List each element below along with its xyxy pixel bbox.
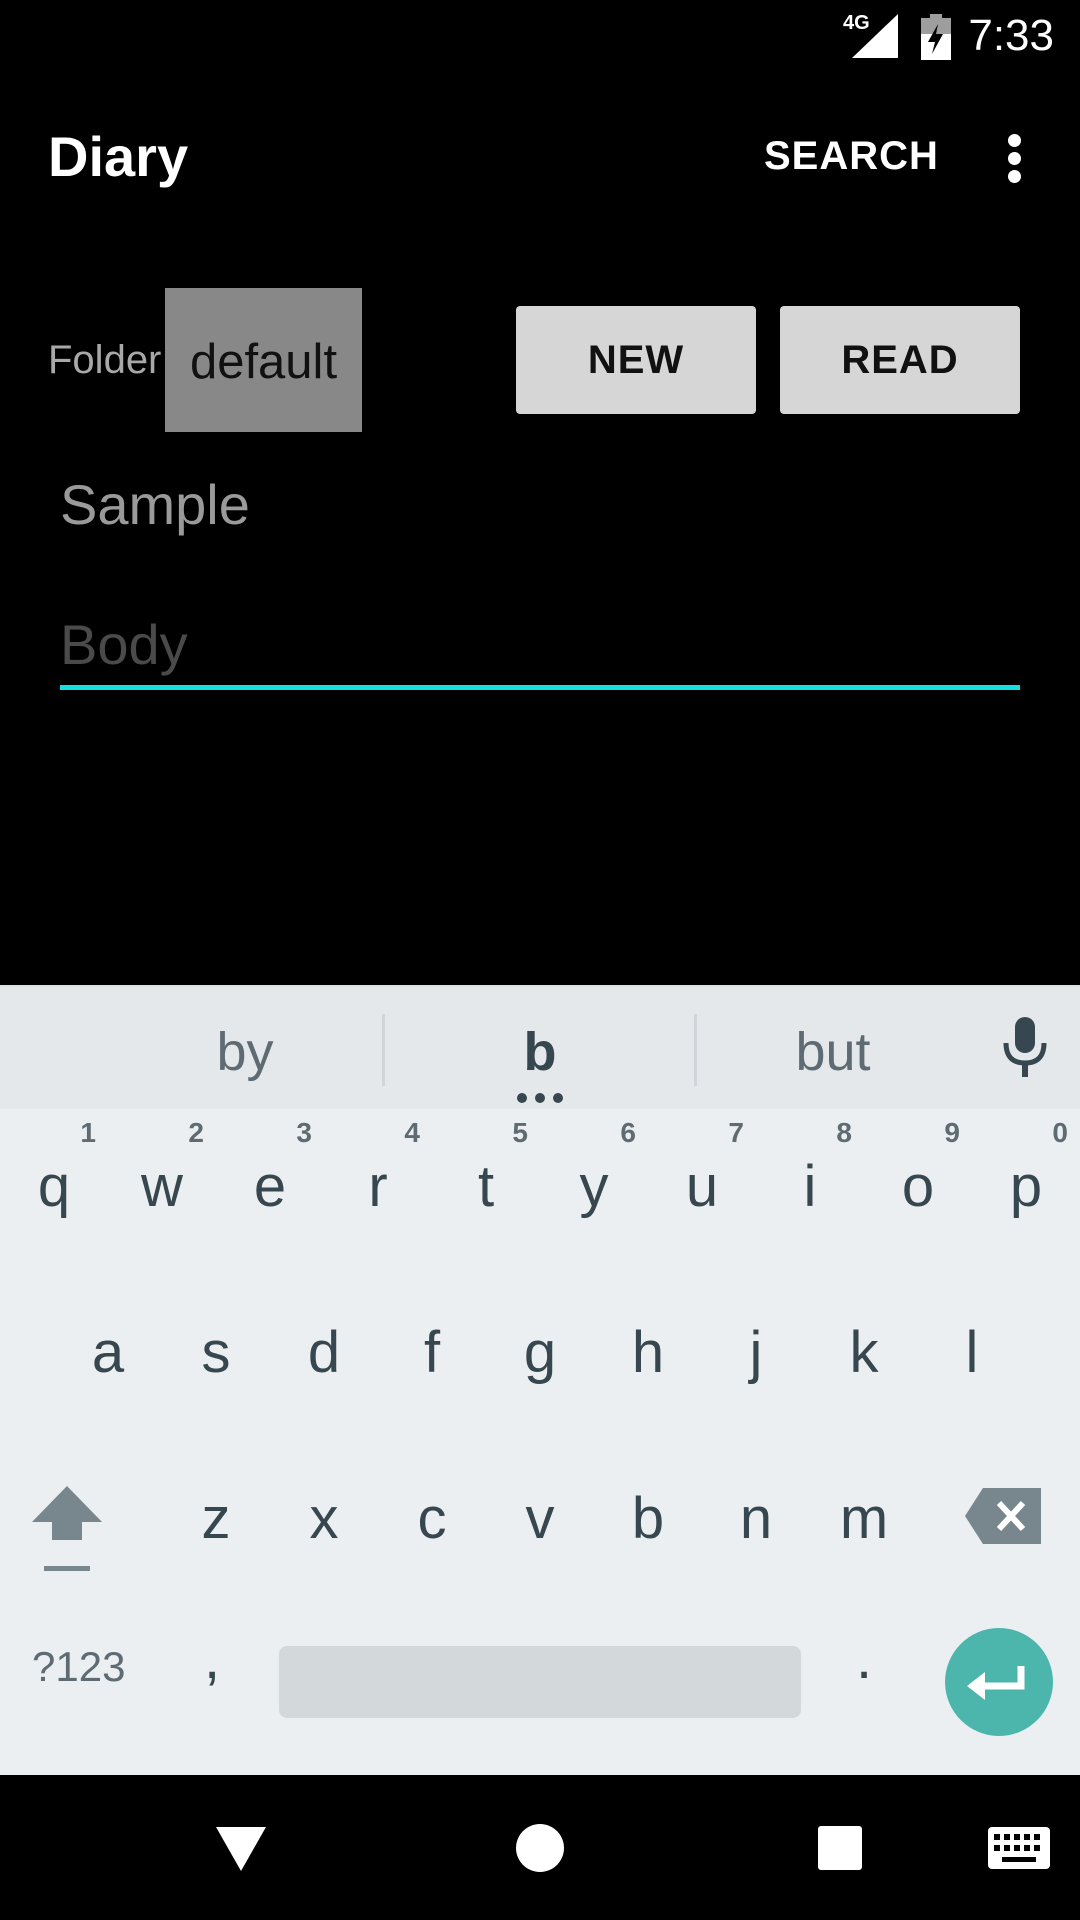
suggestion-2[interactable]: b	[410, 1021, 670, 1083]
key-label: w	[141, 1154, 183, 1219]
key-hint: 0	[1052, 1117, 1068, 1148]
suggestion-3[interactable]: but	[703, 1021, 963, 1083]
suggestion-strip: by b but	[0, 985, 1080, 1109]
key-r[interactable]: r4	[324, 1117, 432, 1257]
key-a[interactable]: a	[54, 1283, 162, 1423]
key-label: f	[423, 1320, 441, 1385]
folder-value: default	[189, 335, 338, 389]
soft-keyboard: by b but ?123 , . q1w2e3r4t5y6u7i8o9p0as…	[0, 985, 1080, 1775]
navigation-bar	[0, 1775, 1080, 1920]
search-button[interactable]: SEARCH	[764, 134, 939, 179]
folder-label: Folder	[48, 338, 162, 382]
comma-key[interactable]: ,	[204, 1625, 220, 1692]
key-label: g	[523, 1320, 557, 1385]
key-n[interactable]: n	[702, 1449, 810, 1589]
key-label: x	[309, 1486, 339, 1551]
key-label: k	[849, 1320, 879, 1385]
key-hint: 6	[620, 1117, 636, 1148]
key-label: b	[631, 1486, 665, 1551]
key-k[interactable]: k	[810, 1283, 918, 1423]
key-label: z	[201, 1486, 231, 1551]
backspace-icon[interactable]	[965, 1488, 1041, 1544]
signal-icon	[852, 14, 898, 58]
key-d[interactable]: d	[270, 1283, 378, 1423]
key-g[interactable]: g	[486, 1283, 594, 1423]
more-suggestions-icon[interactable]	[514, 1093, 566, 1103]
recents-icon[interactable]	[818, 1826, 862, 1870]
read-button[interactable]: READ	[780, 306, 1020, 414]
key-m[interactable]: m	[810, 1449, 918, 1589]
key-v[interactable]: v	[486, 1449, 594, 1589]
key-label: m	[839, 1486, 889, 1551]
key-label: v	[525, 1486, 555, 1551]
key-hint: 1	[80, 1117, 96, 1148]
key-label: u	[685, 1154, 719, 1219]
key-label: y	[579, 1154, 609, 1219]
key-label: r	[368, 1154, 388, 1219]
new-button[interactable]: NEW	[516, 306, 756, 414]
key-z[interactable]: z	[162, 1449, 270, 1589]
key-hint: 3	[296, 1117, 312, 1148]
key-label: l	[965, 1320, 979, 1385]
key-h[interactable]: h	[594, 1283, 702, 1423]
suggestion-1[interactable]: by	[115, 1021, 375, 1083]
key-hint: 4	[404, 1117, 420, 1148]
key-b[interactable]: b	[594, 1449, 702, 1589]
key-f[interactable]: f	[378, 1283, 486, 1423]
key-u[interactable]: u7	[648, 1117, 756, 1257]
suggestion-divider	[694, 1014, 697, 1086]
body-field-underline	[60, 685, 1020, 690]
key-label: s	[201, 1320, 231, 1385]
key-label: d	[307, 1320, 341, 1385]
key-j[interactable]: j	[702, 1283, 810, 1423]
enter-key[interactable]	[945, 1628, 1053, 1736]
key-hint: 7	[728, 1117, 744, 1148]
key-label: t	[477, 1154, 495, 1219]
key-t[interactable]: t5	[432, 1117, 540, 1257]
home-icon[interactable]	[515, 1823, 565, 1873]
key-label: e	[253, 1154, 287, 1219]
key-i[interactable]: i8	[756, 1117, 864, 1257]
key-l[interactable]: l	[918, 1283, 1026, 1423]
key-p[interactable]: p0	[972, 1117, 1080, 1257]
symbols-key[interactable]: ?123	[32, 1643, 125, 1691]
key-s[interactable]: s	[162, 1283, 270, 1423]
key-label: c	[417, 1486, 447, 1551]
space-bar[interactable]	[279, 1646, 801, 1718]
key-q[interactable]: q1	[0, 1117, 108, 1257]
folder-spinner[interactable]: default	[165, 288, 362, 432]
shift-icon[interactable]	[30, 1482, 104, 1574]
key-label: i	[803, 1154, 817, 1219]
key-label: h	[631, 1320, 665, 1385]
status-bar: 4G 7:33	[0, 0, 1080, 72]
key-hint: 2	[188, 1117, 204, 1148]
key-label: n	[739, 1486, 773, 1551]
key-c[interactable]: c	[378, 1449, 486, 1589]
period-key[interactable]: .	[856, 1625, 872, 1692]
mic-icon[interactable]	[1000, 1017, 1050, 1079]
app-title: Diary	[48, 125, 189, 188]
key-w[interactable]: w2	[108, 1117, 216, 1257]
keyboard-icon[interactable]	[988, 1827, 1050, 1869]
overflow-menu-icon[interactable]	[990, 130, 1038, 186]
key-hint: 5	[512, 1117, 528, 1148]
key-label: o	[901, 1154, 935, 1219]
subject-field[interactable]: Sample	[60, 472, 250, 537]
battery-charging-icon	[921, 14, 951, 60]
body-field[interactable]: Body	[60, 612, 188, 677]
status-time: 7:33	[968, 11, 1054, 60]
key-label: p	[1009, 1154, 1043, 1219]
suggestion-divider	[382, 1014, 385, 1086]
key-o[interactable]: o9	[864, 1117, 972, 1257]
key-e[interactable]: e3	[216, 1117, 324, 1257]
enter-icon	[967, 1666, 1025, 1700]
key-hint: 9	[944, 1117, 960, 1148]
key-label: j	[749, 1320, 763, 1385]
key-y[interactable]: y6	[540, 1117, 648, 1257]
key-label: a	[91, 1320, 125, 1385]
key-label: q	[37, 1154, 71, 1219]
key-x[interactable]: x	[270, 1449, 378, 1589]
back-icon[interactable]	[216, 1827, 266, 1871]
key-hint: 8	[836, 1117, 852, 1148]
